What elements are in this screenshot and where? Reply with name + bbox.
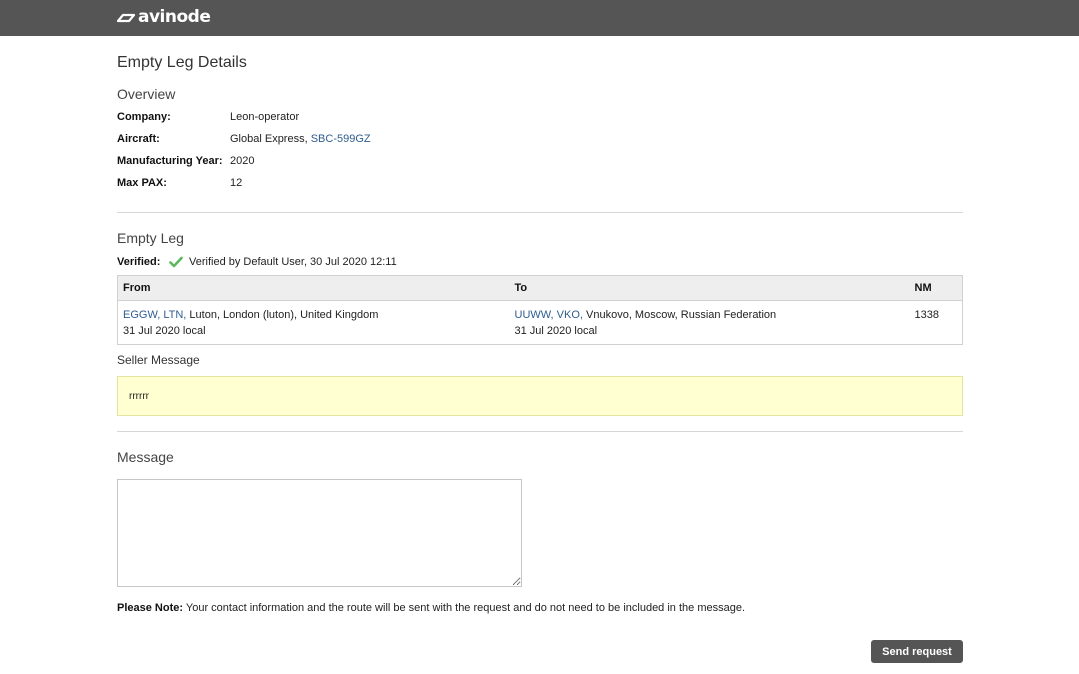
to-cell: UUWW, VKO, Vnukovo, Moscow, Russian Fede… — [510, 301, 910, 345]
verified-label: Verified: — [117, 256, 161, 268]
page-title: Empty Leg Details — [117, 54, 247, 71]
aircraft-registration-link[interactable]: SBC-599GZ — [311, 133, 371, 145]
to-airport-codes-link[interactable]: UUWW, VKO, — [515, 309, 583, 321]
avinode-logo[interactable]: avinode — [117, 7, 211, 28]
message-textarea[interactable] — [117, 479, 522, 587]
empty-leg-table: From To NM EGGW, LTN, Luton, London (lut… — [117, 275, 963, 345]
table-row: EGGW, LTN, Luton, London (luton), United… — [118, 301, 963, 345]
from-cell: EGGW, LTN, Luton, London (luton), United… — [118, 301, 510, 345]
year-value: 2020 — [230, 155, 255, 167]
to-place: Vnukovo, Moscow, Russian Federation — [586, 309, 777, 321]
divider — [117, 212, 963, 213]
verified-text: Verified by Default User, 30 Jul 2020 12… — [189, 256, 397, 268]
verified-row: Verified: Verified by Default User, 30 J… — [117, 254, 397, 270]
seller-message-box: rrrrrr — [117, 376, 963, 416]
seller-message-label: Seller Message — [117, 353, 200, 367]
please-note: Please Note: Your contact information an… — [117, 602, 745, 614]
aircraft-value: Global Express, SBC-599GZ — [230, 133, 371, 145]
from-airport-codes-link[interactable]: EGGW, LTN, — [123, 309, 186, 321]
company-label: Company: — [117, 111, 171, 123]
pax-label: Max PAX: — [117, 177, 167, 189]
aircraft-separator: , — [304, 133, 308, 145]
company-link[interactable]: Leon-operator — [230, 111, 299, 123]
from-date: 31 Jul 2020 local — [123, 325, 206, 337]
column-from: From — [117, 275, 510, 301]
column-nm: NM — [909, 275, 963, 301]
send-request-button[interactable]: Send request — [871, 640, 963, 663]
aircraft-label: Aircraft: — [117, 133, 160, 145]
check-icon — [169, 256, 183, 268]
column-to: To — [509, 275, 910, 301]
year-label: Manufacturing Year: — [117, 155, 223, 167]
logo-icon — [117, 13, 135, 23]
brand-name: avinode — [138, 7, 211, 27]
message-title: Message — [117, 449, 174, 465]
top-bar: avinode — [0, 0, 1079, 36]
divider — [117, 431, 963, 432]
aircraft-type: Global Express — [230, 133, 305, 145]
table-header-row: From To NM — [117, 275, 963, 301]
overview-title: Overview — [117, 86, 176, 102]
to-date: 31 Jul 2020 local — [514, 325, 598, 337]
from-place: Luton, London (luton), United Kingdom — [189, 309, 379, 321]
empty-leg-title: Empty Leg — [117, 230, 184, 246]
nm-cell: 1338 — [914, 309, 939, 321]
note-text: Your contact information and the route w… — [185, 602, 746, 614]
pax-value: 12 — [230, 177, 243, 189]
note-label: Please Note: — [117, 602, 184, 614]
